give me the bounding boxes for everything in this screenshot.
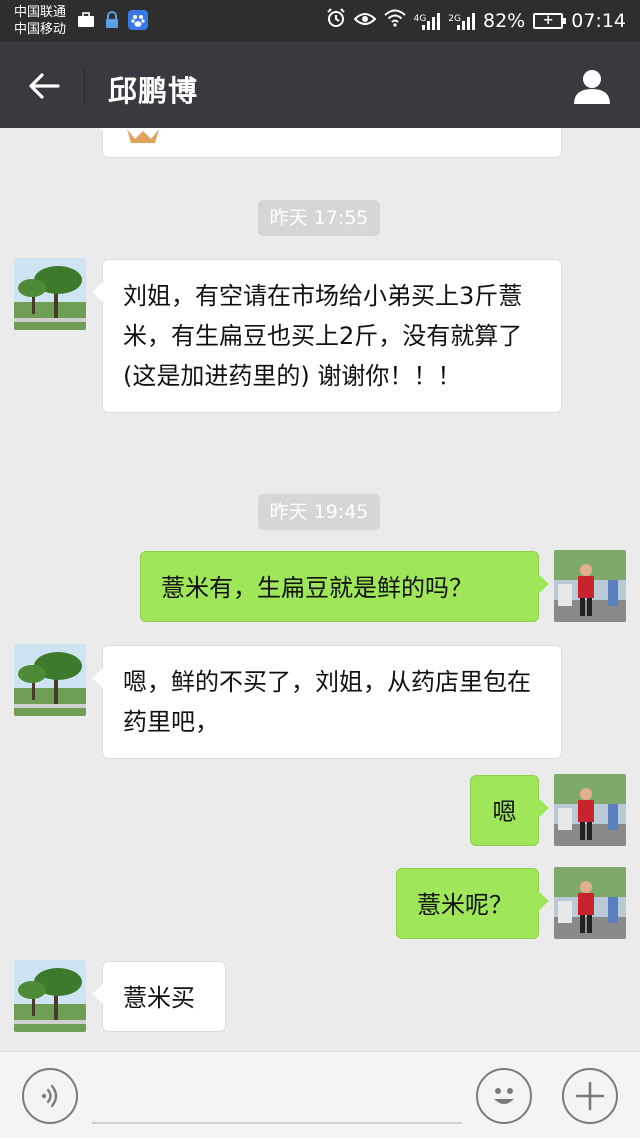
my-avatar[interactable] — [554, 774, 626, 846]
carrier-info: 中国联通 中国移动 — [14, 4, 66, 38]
back-button[interactable] — [22, 64, 66, 108]
wifi-icon — [383, 9, 406, 32]
message-bubble-sent[interactable]: 薏米有，生扁豆就是鲜的吗？ — [140, 551, 549, 622]
carrier-2: 中国移动 — [14, 22, 67, 37]
message-text: 嗯 — [492, 798, 517, 826]
message-text: 薏米呢？ — [417, 891, 513, 919]
chat-title: 邱鹏博 — [108, 74, 199, 108]
message-bubble-sent[interactable]: 嗯 — [470, 775, 549, 846]
eye-icon — [353, 10, 377, 32]
network-type-2: 2G — [448, 13, 461, 24]
emoji-button[interactable] — [476, 1068, 532, 1124]
clock: 07:14 — [571, 9, 626, 32]
sticker-icon — [127, 129, 159, 143]
signal-2: 2G — [448, 12, 475, 30]
timestamp: 昨天 17:55 — [258, 200, 380, 236]
my-avatar[interactable] — [554, 867, 626, 939]
chat-area[interactable]: 昨天 17:55 刘姐，有空请在市场给小弟买上3斤薏米，有生扁豆也买上2斤，没有… — [0, 128, 640, 1051]
contact-avatar[interactable] — [14, 258, 86, 330]
my-avatar[interactable] — [554, 550, 626, 622]
briefcase-icon — [76, 10, 96, 30]
voice-button[interactable] — [22, 1068, 78, 1124]
message-input[interactable] — [92, 1072, 462, 1124]
input-bar — [0, 1051, 640, 1138]
message-text: 刘姐，有空请在市场给小弟买上3斤薏米，有生扁豆也买上2斤，没有就算了(这是加进药… — [123, 282, 523, 390]
smiley-icon — [494, 1088, 514, 1104]
carrier-1: 中国联通 — [14, 5, 67, 20]
message-bubble-received[interactable]: 薏米买 — [92, 961, 226, 1032]
title-divider — [84, 68, 85, 104]
contact-avatar[interactable] — [14, 644, 86, 716]
message-text: 嗯，鲜的不买了，刘姐，从药店里包在药里吧， — [123, 668, 531, 736]
message-text: 薏米买 — [123, 984, 195, 1012]
message-text: 薏米有，生扁豆就是鲜的吗？ — [161, 574, 473, 602]
message-bubble-partial[interactable] — [92, 128, 562, 158]
battery-icon: + — [533, 12, 567, 29]
message-bubble-received[interactable]: 嗯，鲜的不买了，刘姐，从药店里包在药里吧， — [92, 645, 562, 759]
voice-icon — [41, 1084, 58, 1108]
alarm-icon — [326, 8, 346, 33]
more-button[interactable] — [562, 1068, 618, 1124]
signal-1: 4G — [414, 12, 441, 30]
timestamp: 昨天 19:45 — [258, 494, 380, 530]
network-type-1: 4G — [413, 13, 427, 24]
arrow-left-icon — [29, 73, 60, 99]
title-bar: 邱鹏博 — [0, 42, 640, 128]
notification-icons — [76, 10, 148, 30]
status-right: 4G 2G 82% + 07:14 — [326, 8, 626, 33]
status-bar: 中国联通 中国移动 4G 2G 82% + 07:14 — [0, 0, 640, 42]
contact-avatar[interactable] — [14, 960, 86, 1032]
message-bubble-received[interactable]: 刘姐，有空请在市场给小弟买上3斤薏米，有生扁豆也买上2斤，没有就算了(这是加进药… — [92, 259, 562, 413]
message-bubble-sent[interactable]: 薏米呢？ — [396, 868, 549, 939]
paw-icon — [128, 10, 148, 30]
contact-profile-button[interactable] — [570, 64, 614, 108]
battery-percent: 82% — [483, 9, 526, 32]
person-icon — [574, 70, 610, 104]
plus-icon — [575, 1081, 605, 1111]
lock-icon — [102, 10, 122, 30]
